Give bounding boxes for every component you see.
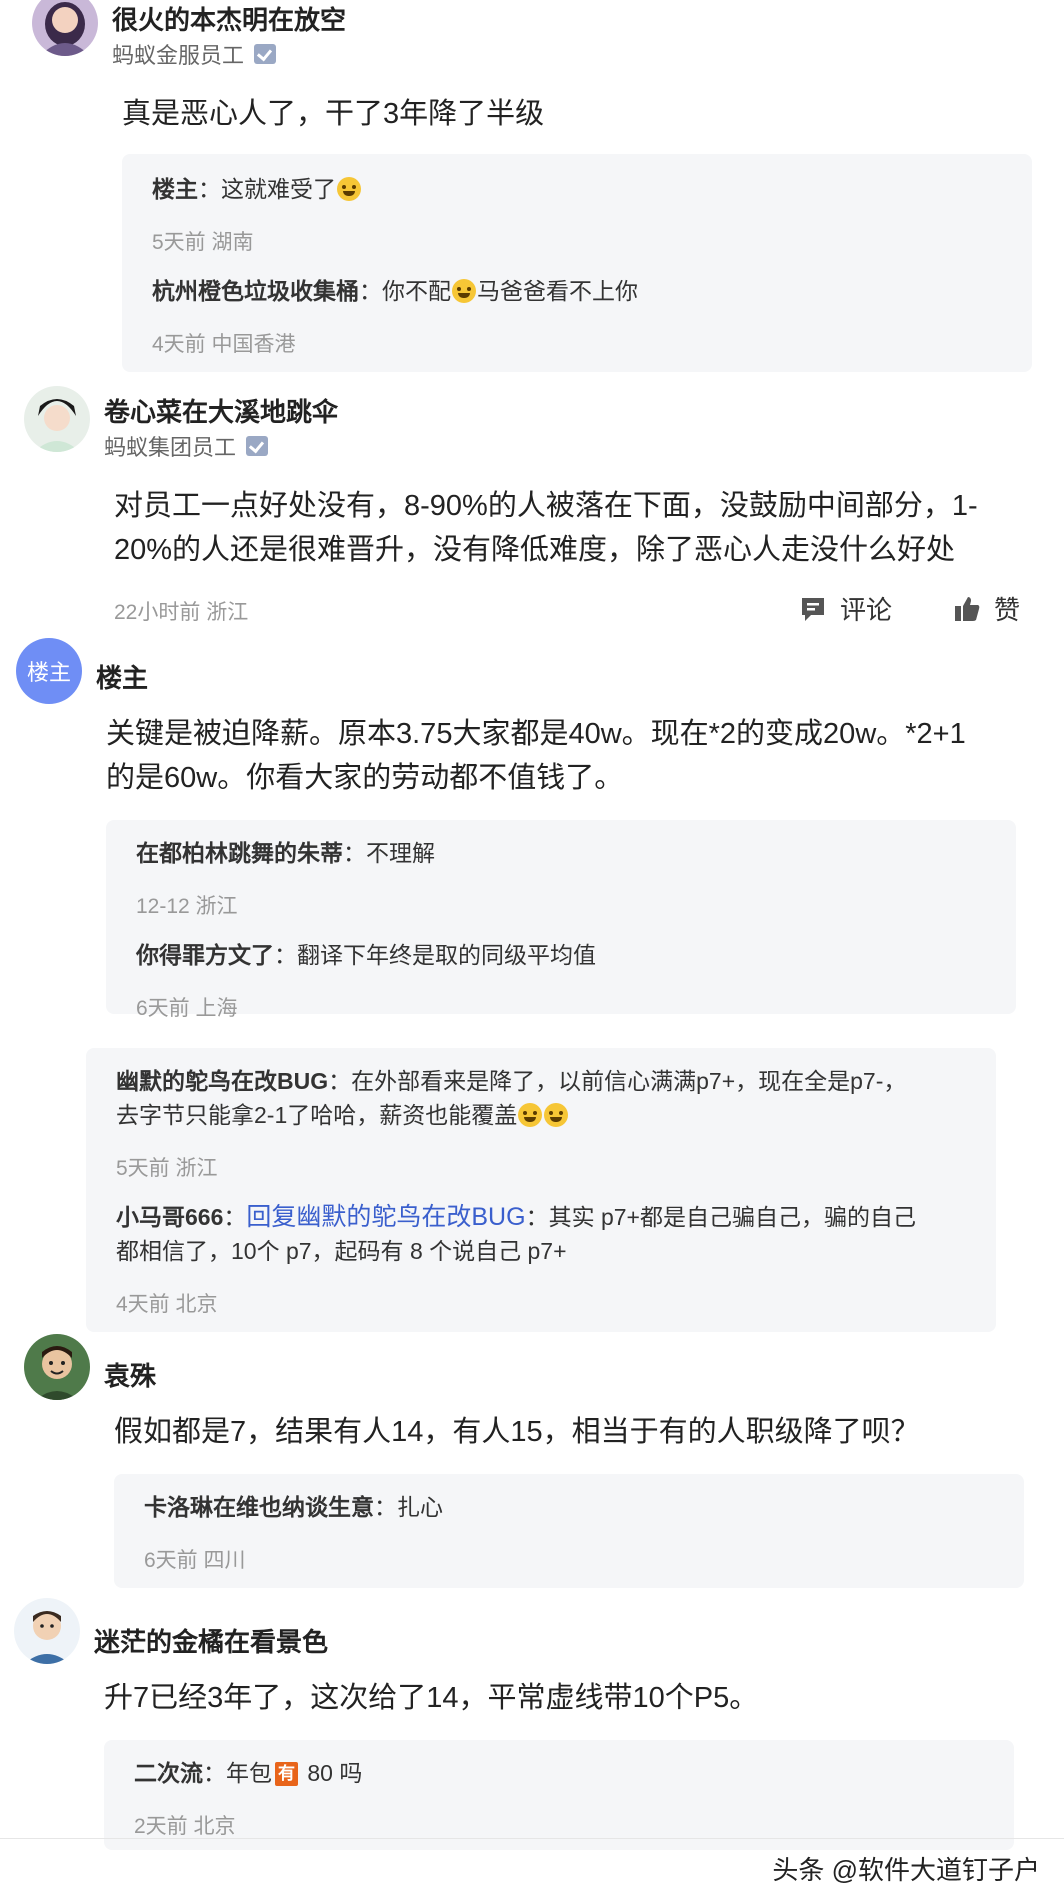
watermark: 头条 @软件大道钉子户 bbox=[772, 1855, 1040, 1885]
comment-content-line: 的是60w。你看大家的劳动都不值钱了。 bbox=[106, 762, 624, 794]
commenter-name[interactable]: 卷心菜在大溪地跳伞 bbox=[104, 392, 338, 429]
commenter-name[interactable]: 楼主 bbox=[96, 658, 148, 695]
reply-item[interactable]: 你得罪方文了：翻译下年终是取的同级平均值 bbox=[136, 938, 596, 972]
comment-icon bbox=[802, 597, 824, 621]
reply-item[interactable]: 楼主：这就难受了 bbox=[152, 172, 362, 206]
reply-meta: 6天前 上海 bbox=[136, 997, 238, 1020]
comment-content: 真是恶心人了，干了3年降了半级 bbox=[122, 98, 545, 130]
reply-author[interactable]: 在都柏林跳舞的朱蒂 bbox=[136, 840, 343, 866]
reply-meta: 5天前 浙江 bbox=[116, 1157, 218, 1180]
company-label: 蚂蚁集团员工 bbox=[104, 435, 237, 460]
comment-button[interactable]: 评论 bbox=[798, 590, 892, 627]
reply-text: 在外部看来是降了，以前信心满满p7+，现在全是p7-， bbox=[351, 1068, 907, 1094]
reply-item[interactable]: 卡洛琳在维也纳谈生意：扎心 bbox=[144, 1490, 443, 1524]
reply-text: 这就难受了 bbox=[221, 176, 336, 202]
reply-text: 年包 bbox=[226, 1760, 272, 1786]
comment-content: 关键是被迫降薪。原本3.75大家都是40w。现在*2的变成20w。*2+1 的是… bbox=[106, 712, 966, 800]
comment-content-line: 对员工一点好处没有，8-90%的人被落在下面，没鼓励中间部分，1- bbox=[114, 490, 978, 522]
comment-content-line: 20%的人还是很难晋升，没有降低难度，除了恶心人走没什么好处 bbox=[114, 534, 956, 566]
reply-item[interactable]: 二次流：年包有 80 吗 bbox=[134, 1756, 362, 1790]
reply-separator: ： bbox=[374, 1494, 397, 1520]
reply-separator: ： bbox=[223, 1204, 247, 1230]
reply-author[interactable]: 小马哥666 bbox=[116, 1204, 223, 1230]
reply-meta: 5天前 湖南 bbox=[152, 231, 254, 254]
reply-author[interactable]: 楼主 bbox=[152, 176, 198, 202]
reply-text: 马爸爸看不上你 bbox=[477, 278, 638, 304]
avatar[interactable] bbox=[24, 386, 90, 452]
avatar[interactable] bbox=[32, 0, 98, 56]
reply-text: 不理解 bbox=[366, 840, 435, 866]
reply-author[interactable]: 幽默的鸵鸟在改BUG bbox=[116, 1068, 328, 1094]
reply-text: 你不配 bbox=[382, 278, 451, 304]
reply-author[interactable]: 二次流 bbox=[134, 1760, 203, 1786]
grimace-emoji-icon bbox=[518, 1103, 543, 1127]
reply-separator: ： bbox=[198, 176, 221, 202]
avatar[interactable] bbox=[14, 1598, 80, 1664]
reply-item[interactable]: 杭州橙色垃圾收集桶：你不配 马爸爸看不上你 bbox=[152, 274, 638, 308]
reply-text: 80 吗 bbox=[301, 1760, 363, 1786]
commenter-name[interactable]: 袁殊 bbox=[104, 1356, 156, 1393]
reply-meta: 12-12 浙江 bbox=[136, 895, 238, 918]
comment-content-line: 关键是被迫降薪。原本3.75大家都是40w。现在*2的变成20w。*2+1 bbox=[106, 718, 966, 750]
grimace-emoji-icon bbox=[452, 279, 476, 303]
avatar[interactable] bbox=[24, 1334, 90, 1400]
laugh-cry-emoji-icon bbox=[337, 177, 361, 201]
reply-separator: ： bbox=[328, 1068, 352, 1094]
comment-content: 对员工一点好处没有，8-90%的人被落在下面，没鼓励中间部分，1- 20%的人还… bbox=[114, 484, 978, 572]
commenter-company: 蚂蚁金服员工 bbox=[112, 38, 277, 70]
reply-separator: ： bbox=[274, 942, 297, 968]
reply-meta: 4天前 中国香港 bbox=[152, 333, 296, 356]
reply-text: 都相信了，10个 p7，起码有 8 个说自己 p7+ bbox=[116, 1238, 567, 1264]
reply-item[interactable]: 小马哥666：回复幽默的鸵鸟在改BUG：其实 p7+都是自己骗自己，骗的自己 都… bbox=[116, 1200, 986, 1268]
reply-text: 扎心 bbox=[397, 1494, 443, 1520]
comment-content: 升7已经3年了，这次给了14，平常虚线带10个P5。 bbox=[104, 1682, 759, 1714]
reply-text: 去字节只能拿2-1了哈哈，薪资也能覆盖 bbox=[116, 1102, 518, 1128]
reply-author[interactable]: 杭州橙色垃圾收集桶 bbox=[152, 278, 359, 304]
grimace-emoji-icon bbox=[544, 1103, 569, 1127]
verified-icon bbox=[246, 436, 269, 456]
reply-item[interactable]: 在都柏林跳舞的朱蒂：不理解 bbox=[136, 836, 435, 870]
like-label: 赞 bbox=[994, 595, 1021, 625]
comment-content: 假如都是7，结果有人14，有人15，相当于有的人职级降了呗？ bbox=[114, 1416, 920, 1448]
commenter-company: 蚂蚁集团员工 bbox=[104, 430, 269, 462]
comment-meta: 22小时前 浙江 bbox=[114, 601, 249, 624]
reply-author[interactable]: 卡洛琳在维也纳谈生意 bbox=[144, 1494, 374, 1520]
reply-to-link[interactable]: 回复幽默的鸵鸟在改BUG bbox=[246, 1203, 525, 1231]
company-label: 蚂蚁金服员工 bbox=[112, 43, 245, 68]
reply-item[interactable]: 幽默的鸵鸟在改BUG：在外部看来是降了，以前信心满满p7+，现在全是p7-， 去… bbox=[116, 1064, 986, 1132]
reply-separator: ： bbox=[203, 1760, 226, 1786]
reply-meta: 4天前 北京 bbox=[116, 1293, 218, 1316]
divider bbox=[0, 1838, 1064, 1839]
thumbs-up-icon bbox=[955, 596, 980, 621]
reply-author[interactable]: 你得罪方文了 bbox=[136, 942, 274, 968]
commenter-name[interactable]: 迷茫的金橘在看景色 bbox=[94, 1622, 328, 1659]
host-avatar-label: 楼主 bbox=[26, 660, 71, 685]
reply-meta: 2天前 北京 bbox=[134, 1815, 236, 1838]
reply-separator: ： bbox=[343, 840, 366, 866]
verified-icon bbox=[254, 44, 277, 64]
reply-text: 翻译下年终是取的同级平均值 bbox=[297, 942, 596, 968]
reply-text: 其实 p7+都是自己骗自己，骗的自己 bbox=[548, 1204, 916, 1230]
comment-label: 评论 bbox=[840, 595, 893, 625]
reply-separator: ： bbox=[525, 1204, 549, 1230]
reply-separator: ： bbox=[359, 278, 382, 304]
host-avatar[interactable]: 楼主 bbox=[16, 638, 82, 704]
like-button[interactable]: 赞 bbox=[952, 590, 1020, 627]
commenter-name[interactable]: 很火的本杰明在放空 bbox=[112, 0, 346, 37]
you-badge-icon: 有 bbox=[275, 1762, 298, 1786]
reply-meta: 6天前 四川 bbox=[144, 1549, 246, 1572]
